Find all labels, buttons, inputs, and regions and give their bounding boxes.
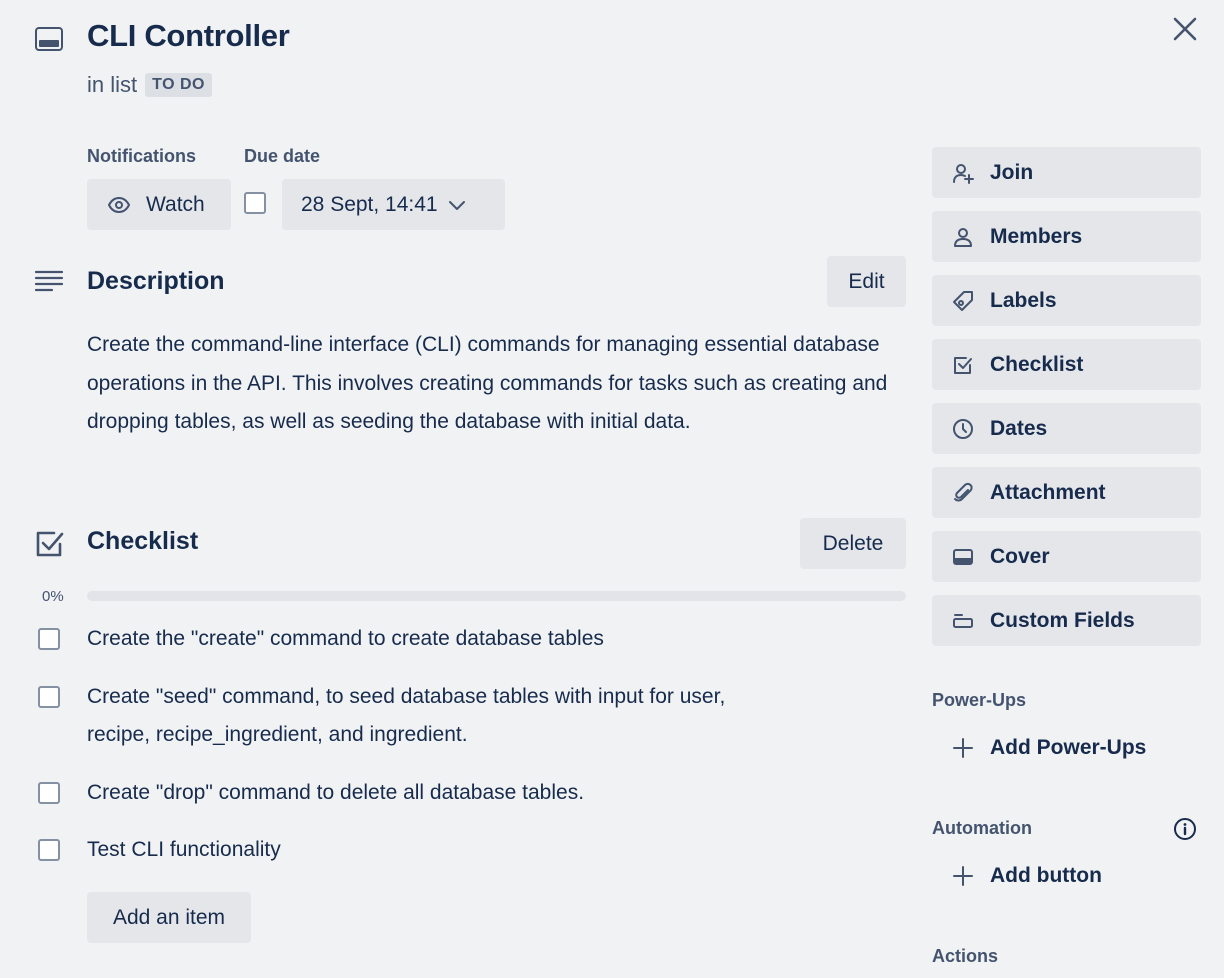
paperclip-icon	[952, 482, 990, 504]
checklist-item-checkbox[interactable]	[38, 686, 60, 708]
checklist-item-checkbox[interactable]	[38, 782, 60, 804]
add-power-ups-button[interactable]: Add Power-Ups	[932, 728, 1146, 768]
actions-heading: Actions	[932, 946, 999, 966]
card-title[interactable]: CLI Controller	[87, 18, 290, 54]
add-member-icon	[952, 162, 990, 184]
add-checklist-item-button[interactable]: Add an item	[87, 892, 251, 943]
edit-description-button[interactable]: Edit	[827, 256, 906, 307]
clock-icon	[952, 418, 990, 440]
chevron-down-icon	[438, 199, 466, 211]
person-icon	[952, 226, 990, 248]
card-icon	[34, 26, 64, 52]
add-button-button[interactable]: Add button	[932, 856, 1102, 896]
attachment-button[interactable]: Attachment	[932, 467, 1201, 518]
description-heading: Description	[87, 267, 225, 295]
notifications-label: Notifications	[87, 146, 197, 166]
description-text[interactable]: Create the command-line interface (CLI) …	[87, 326, 912, 442]
due-date-value: 28 Sept, 14:41	[301, 192, 438, 216]
cover-icon	[952, 546, 990, 568]
checklist-item-checkbox[interactable]	[38, 628, 60, 650]
eye-icon	[107, 196, 146, 214]
due-date-button[interactable]: 28 Sept, 14:41	[282, 179, 505, 230]
power-ups-heading: Power-Ups	[932, 690, 1027, 710]
list-info: in list TO DO	[87, 72, 212, 98]
custom-fields-label: Custom Fields	[990, 608, 1135, 632]
checklist-heading: Checklist	[87, 527, 199, 555]
custom-fields-icon	[952, 610, 990, 632]
description-icon	[34, 269, 64, 295]
delete-checklist-button[interactable]: Delete	[800, 518, 906, 569]
watch-label: Watch	[146, 192, 205, 216]
dates-button[interactable]: Dates	[932, 403, 1201, 454]
dates-label: Dates	[990, 416, 1048, 440]
in-list-prefix: in list	[87, 72, 138, 97]
checklist-label: Checklist	[990, 352, 1084, 376]
tag-icon	[952, 290, 990, 312]
add-button-label: Add button	[990, 864, 1102, 887]
checklist-button[interactable]: Checklist	[932, 339, 1201, 390]
add-power-ups-label: Add Power-Ups	[990, 736, 1147, 759]
automation-heading: Automation	[932, 818, 1032, 838]
checklist-item-text[interactable]: Test CLI functionality	[87, 831, 747, 869]
checklist-item-text[interactable]: Create the "create" command to create da…	[87, 620, 747, 658]
plus-icon	[952, 865, 990, 887]
labels-label: Labels	[990, 288, 1057, 312]
join-label: Join	[990, 160, 1034, 184]
checklist-progress-percent: 0%	[42, 588, 64, 605]
labels-button[interactable]: Labels	[932, 275, 1201, 326]
info-icon[interactable]	[1173, 817, 1197, 841]
checklist-item-checkbox[interactable]	[38, 839, 60, 861]
members-label: Members	[990, 224, 1083, 248]
attachment-label: Attachment	[990, 480, 1106, 504]
checklist-progress-bar	[87, 591, 906, 601]
checklist-icon	[34, 528, 66, 560]
join-button[interactable]: Join	[932, 147, 1201, 198]
due-date-complete-checkbox[interactable]	[244, 192, 266, 214]
cover-button[interactable]: Cover	[932, 531, 1201, 582]
custom-fields-button[interactable]: Custom Fields	[932, 595, 1201, 646]
members-button[interactable]: Members	[932, 211, 1201, 262]
checkbox-icon	[952, 354, 990, 376]
cover-label: Cover	[990, 544, 1050, 568]
checklist-item-text[interactable]: Create "drop" command to delete all data…	[87, 774, 747, 812]
list-name-badge[interactable]: TO DO	[145, 73, 212, 97]
close-icon[interactable]	[1170, 14, 1200, 44]
plus-icon	[952, 737, 990, 759]
checklist-item-text[interactable]: Create "seed" command, to seed database …	[87, 678, 747, 754]
due-date-label: Due date	[244, 146, 321, 166]
watch-button[interactable]: Watch	[87, 179, 231, 230]
